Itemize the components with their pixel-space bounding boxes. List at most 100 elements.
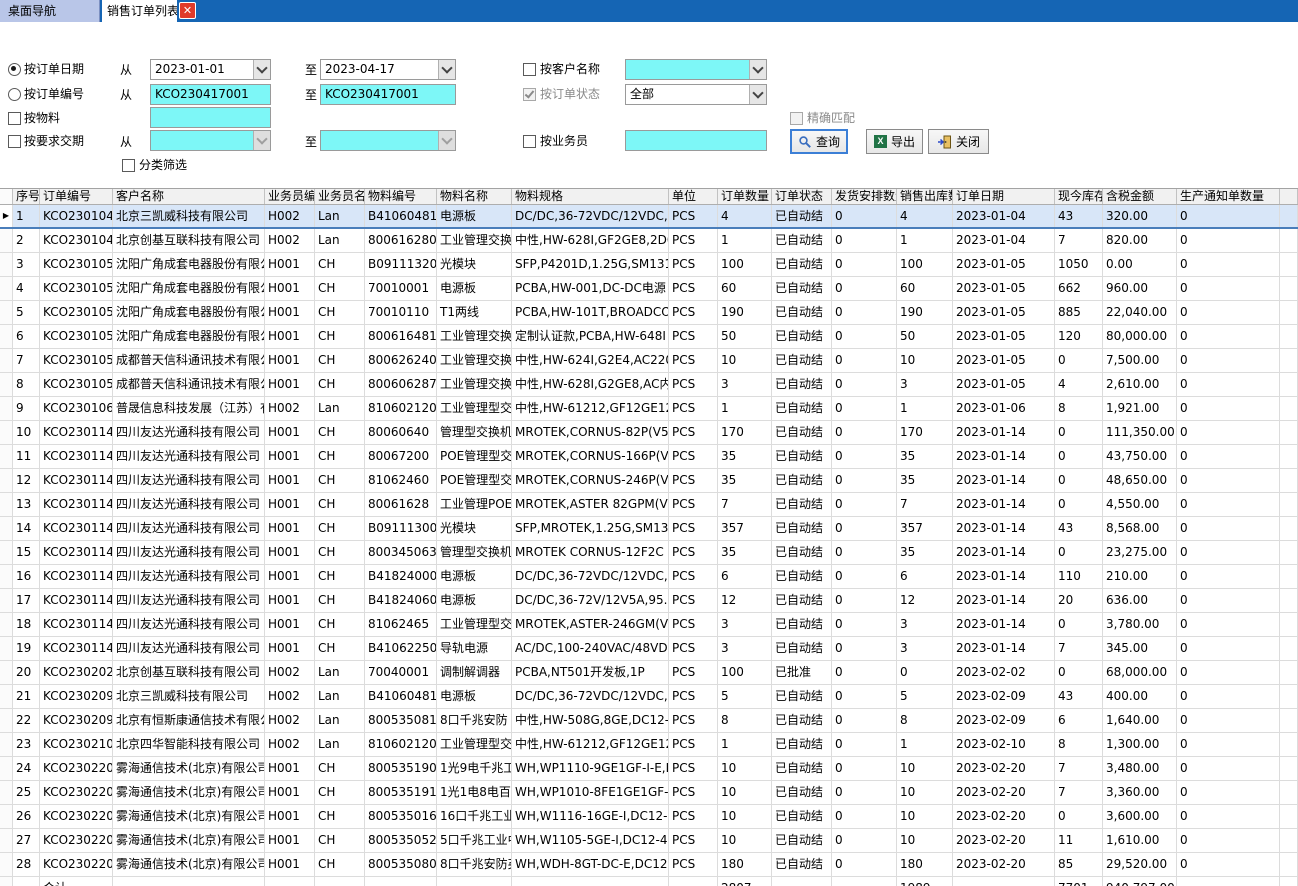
checkbox-by-customer[interactable] (523, 63, 536, 76)
cell-stock[interactable]: 885 (1055, 301, 1103, 324)
cell-outbound-qty[interactable]: 10 (897, 805, 953, 828)
cell-prod-notice-qty[interactable]: 0 (1177, 397, 1280, 420)
cell-seq[interactable]: 14 (13, 517, 40, 540)
cell-unit[interactable]: PCS (669, 757, 718, 780)
cell-amount[interactable]: 1,640.00 (1103, 709, 1177, 732)
cell-order-qty[interactable]: 50 (718, 325, 772, 348)
cell-filler[interactable] (1280, 613, 1298, 636)
cell-seq[interactable]: 8 (13, 373, 40, 396)
cell-customer[interactable]: 雾海通信技术(北京)有限公司 (113, 781, 265, 804)
cell-spec[interactable]: 中性,HW-628I,G2GE8,AC内 (512, 373, 669, 396)
cell-spec[interactable]: WH,WP1010-8FE1GE1GF- (512, 781, 669, 804)
cell-order-no[interactable]: KCO230105 (40, 253, 113, 276)
cell-outbound-qty[interactable]: 1 (897, 733, 953, 756)
row-marker[interactable] (0, 589, 13, 612)
cell-order-date[interactable]: 2023-01-14 (953, 421, 1055, 444)
cell-prod-notice-qty[interactable]: 0 (1177, 301, 1280, 324)
cell-seq[interactable]: 20 (13, 661, 40, 684)
cell-seq[interactable]: 10 (13, 421, 40, 444)
cell-order-qty[interactable]: 35 (718, 445, 772, 468)
cell-order-no[interactable]: KCO230114 (40, 469, 113, 492)
cell-filler[interactable] (1280, 189, 1298, 204)
cell-stock[interactable]: 43 (1055, 205, 1103, 227)
cell-order-date[interactable]: 2023-02-09 (953, 709, 1055, 732)
cell-prod-notice-qty[interactable]: 0 (1177, 421, 1280, 444)
cell-unit[interactable]: PCS (669, 493, 718, 516)
cell-customer[interactable]: 北京三凯威科技有限公司 (113, 205, 265, 227)
cell-order-date[interactable]: 2023-01-05 (953, 349, 1055, 372)
cell-outbound-qty[interactable]: 170 (897, 421, 953, 444)
checkbox-by-delivery-date[interactable] (8, 135, 21, 148)
table-row[interactable]: 2KCO230104北京创基互联科技有限公司H002Lan8006162803工… (0, 229, 1298, 253)
cell-order-no[interactable]: KCO230202 (40, 661, 113, 684)
cell-order-no[interactable]: KCO230105 (40, 325, 113, 348)
cell-amount[interactable]: 320.00 (1103, 205, 1177, 227)
cell-amount[interactable]: 48,650.00 (1103, 469, 1177, 492)
cell-salesman-code[interactable]: H001 (265, 277, 315, 300)
cell-order-no[interactable]: KCO230114 (40, 541, 113, 564)
table-row[interactable]: 22KCO230209北京有恒斯康通信技术有限公司H002Lan80053508… (0, 709, 1298, 733)
cell-prod-notice-qty[interactable]: 0 (1177, 349, 1280, 372)
cell-customer[interactable]: 雾海通信技术(北京)有限公司 (113, 757, 265, 780)
cell-order-date[interactable]: 2023-02-10 (953, 733, 1055, 756)
table-row[interactable]: 26KCO230220雾海通信技术(北京)有限公司H001CH800535016… (0, 805, 1298, 829)
cell-filler[interactable] (1280, 805, 1298, 828)
cell-seq[interactable]: 3 (13, 253, 40, 276)
cell-customer[interactable]: 沈阳广角成套电器股份有限公司 (113, 253, 265, 276)
cell-status[interactable]: 已自动结 (772, 229, 832, 252)
cell-prod-notice-qty[interactable]: 0 (1177, 565, 1280, 588)
cell-salesman-code[interactable]: H001 (265, 781, 315, 804)
cell-order-no[interactable]: KCO230220 (40, 805, 113, 828)
cell-prod-notice-qty[interactable]: 0 (1177, 733, 1280, 756)
cell-order-date[interactable]: 2023-01-05 (953, 301, 1055, 324)
cell-ship-qty[interactable]: 0 (832, 613, 897, 636)
cell-amount[interactable]: 1,610.00 (1103, 829, 1177, 852)
cell-customer[interactable]: 四川友达光通科技有限公司 (113, 541, 265, 564)
cell-order-no[interactable]: KCO230114 (40, 421, 113, 444)
cell-spec[interactable]: PCBA,HW-101T,BROADCO (512, 301, 669, 324)
row-marker[interactable] (0, 421, 13, 444)
cell-seq[interactable]: 12 (13, 469, 40, 492)
cell-spec[interactable]: 中性,HW-508G,8GE,DC12- (512, 709, 669, 732)
cell-seq[interactable]: 27 (13, 829, 40, 852)
cell-spec[interactable]: MROTEK,CORNUS-246P(V (512, 469, 669, 492)
row-marker[interactable] (0, 733, 13, 756)
table-row[interactable]: 20KCO230202北京创基互联科技有限公司H002Lan70040001调制… (0, 661, 1298, 685)
cell-status[interactable]: 已自动结 (772, 373, 832, 396)
cell-material-no[interactable]: B410604812 (365, 685, 437, 708)
cell-amount[interactable]: 22,040.00 (1103, 301, 1177, 324)
row-marker[interactable] (0, 469, 13, 492)
cell-prod-notice-qty[interactable]: 0 (1177, 781, 1280, 804)
cell-amount[interactable]: 29,520.00 (1103, 853, 1177, 876)
cell-ship-qty[interactable]: 0 (832, 421, 897, 444)
cell-customer[interactable]: 沈阳广角成套电器股份有限公司 (113, 325, 265, 348)
cell-outbound-qty[interactable]: 10 (897, 829, 953, 852)
cell-material-name[interactable]: 5口千兆工业中 (437, 829, 512, 852)
cell-filler[interactable] (1280, 853, 1298, 876)
cell-material-name[interactable]: 工业管理交换机 (437, 325, 512, 348)
cell-prod-notice-qty[interactable]: 0 (1177, 445, 1280, 468)
cell-unit[interactable]: PCS (669, 277, 718, 300)
cell-customer[interactable]: 沈阳广角成套电器股份有限公司 (113, 277, 265, 300)
cell-spec[interactable]: DC/DC,36-72VDC/12VDC,5 (512, 685, 669, 708)
cell-spec[interactable]: MROTEK CORNUS-12F2C (512, 541, 669, 564)
cell-amount[interactable]: 68,000.00 (1103, 661, 1177, 684)
cell-stock[interactable]: 43 (1055, 517, 1103, 540)
table-row[interactable]: 14KCO230114四川友达光通科技有限公司H001CHB09111300光模… (0, 517, 1298, 541)
cell-unit[interactable]: PCS (669, 637, 718, 660)
cell-material-name[interactable]: 电源板 (437, 589, 512, 612)
cell-order-no[interactable]: KCO230210 (40, 733, 113, 756)
cell-filler[interactable] (1280, 781, 1298, 804)
cell-prod-notice-qty[interactable]: 0 (1177, 325, 1280, 348)
cell-order-qty[interactable]: 357 (718, 517, 772, 540)
table-row[interactable]: 27KCO230220雾海通信技术(北京)有限公司H001CH800535052… (0, 829, 1298, 853)
cell-status[interactable]: 已自动结 (772, 709, 832, 732)
cell-salesman-name[interactable]: Lan (315, 205, 365, 227)
tab-sales-order-list[interactable]: 销售订单列表... (102, 0, 177, 22)
cell-order-qty[interactable]: 10 (718, 757, 772, 780)
tab-desktop-nav[interactable]: 桌面导航 (0, 0, 100, 22)
customer-combo[interactable] (625, 59, 767, 80)
cell-stock[interactable]: 8 (1055, 733, 1103, 756)
cell-order-no[interactable]: KCO230106 (40, 397, 113, 420)
table-row[interactable]: ▶1KCO230104北京三凯威科技有限公司H002LanB410604812电… (0, 205, 1298, 229)
